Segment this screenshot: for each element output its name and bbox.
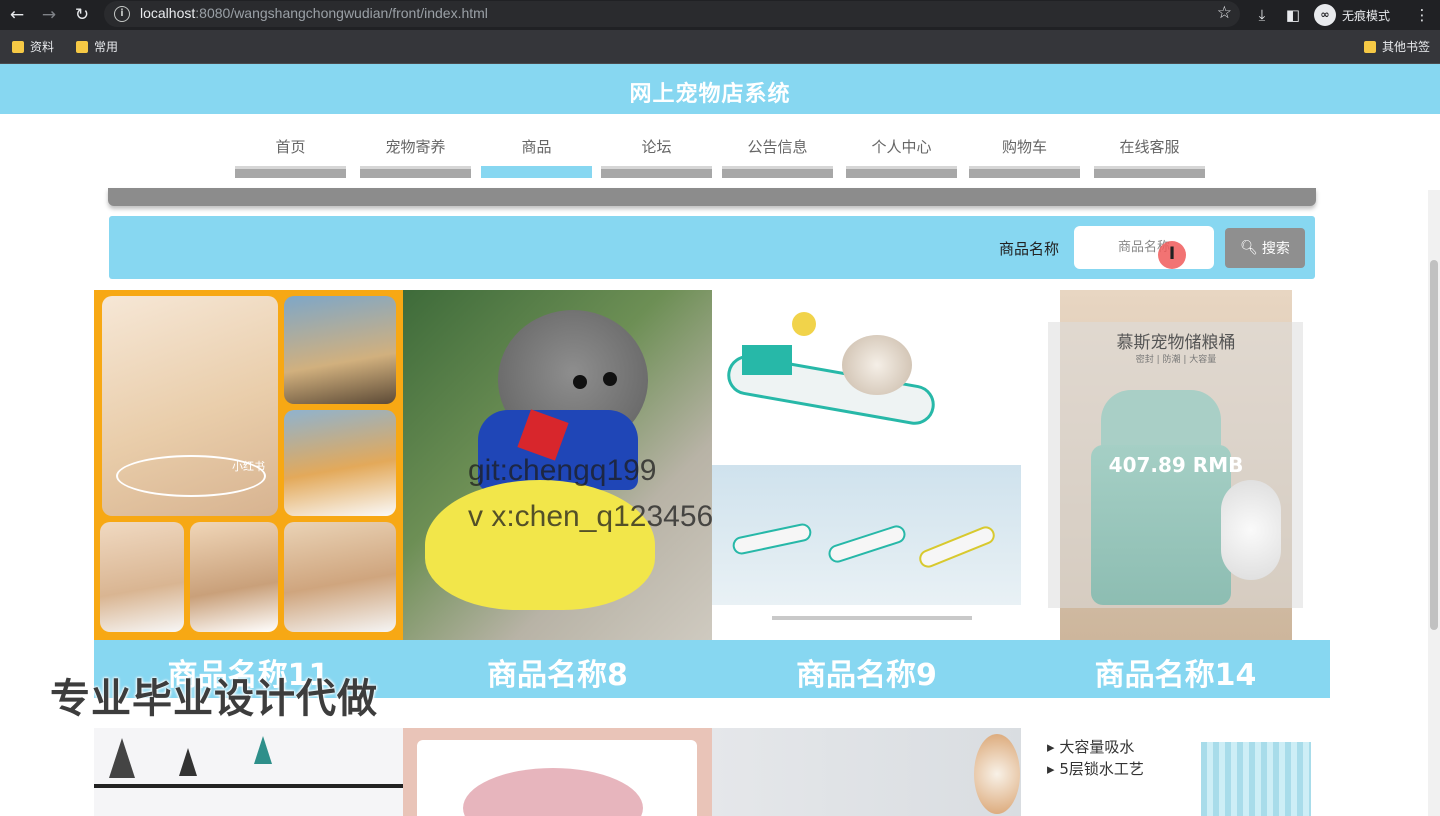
- product-card[interactable]: 商品名称9: [712, 290, 1021, 698]
- bookmark-folder-ziliao[interactable]: 资料: [12, 38, 54, 55]
- promo-watermark: 专业毕业设计代做: [50, 676, 378, 722]
- menu-kebab-icon[interactable]: ⋮: [1411, 4, 1433, 26]
- search-icon: 🔍︎: [1240, 240, 1258, 256]
- nav-underline: [481, 166, 592, 178]
- folder-icon: [1364, 40, 1376, 53]
- nav-underline: [722, 166, 833, 178]
- product-image[interactable]: [712, 290, 1021, 640]
- product-card[interactable]: [403, 728, 712, 816]
- bookmark-star-icon[interactable]: ☆: [1217, 3, 1232, 23]
- scrollbar-thumb[interactable]: [1430, 260, 1438, 630]
- bookmarks-bar: 资料 常用 其他书签: [0, 30, 1440, 64]
- nav-label: 在线客服: [1119, 138, 1180, 156]
- bookmark-folder-changyong[interactable]: 常用: [76, 38, 118, 55]
- search-input[interactable]: [1074, 226, 1214, 269]
- nav-item-online-service[interactable]: 在线客服: [1094, 128, 1205, 178]
- product-card[interactable]: [94, 728, 403, 816]
- browser-toolbar: ← → ↻ i localhost:8080/wangshangchongwud…: [0, 0, 1440, 30]
- bin-price: 407.89 RMB: [1108, 453, 1244, 477]
- collage-tag: 小红书: [232, 460, 265, 473]
- search-label: 商品名称: [999, 240, 1060, 258]
- download-icon[interactable]: ⤓: [1251, 4, 1273, 26]
- contact-line: git:chengq199: [468, 454, 657, 487]
- site-info-icon[interactable]: i: [114, 6, 130, 22]
- nav-item-announcements[interactable]: 公告信息: [722, 128, 833, 178]
- bin-caption: 慕斯宠物储粮桶: [1116, 333, 1236, 353]
- nav-underline: [969, 166, 1080, 178]
- product-card[interactable]: 慕斯宠物储粮桶 密封 | 防潮 | 大容量 407.89 RMB 商品名称14: [1021, 290, 1330, 698]
- nav-underline: [1094, 166, 1205, 178]
- product-name-bar[interactable]: 商品名称8: [403, 640, 712, 698]
- other-bookmarks[interactable]: 其他书签: [1364, 38, 1430, 55]
- nav-item-home[interactable]: 首页: [235, 128, 346, 178]
- folder-icon: [12, 40, 24, 53]
- product-card[interactable]: 小红书 商品名称11: [94, 290, 403, 698]
- nav-item-products[interactable]: 商品: [481, 128, 592, 178]
- nav-underline: [601, 166, 712, 178]
- bookmark-label: 其他书签: [1382, 40, 1431, 54]
- contact-watermark: git:chengq199 v x:chen_q123456: [468, 448, 713, 540]
- product-card[interactable]: ▸ 大容量吸水 ▸ 5层锁水工艺: [1021, 728, 1330, 816]
- search-bar: 商品名称 🔍︎ 搜索: [109, 216, 1315, 279]
- pad-feature-2: 5层锁水工艺: [1059, 760, 1144, 778]
- nav-item-personal-center[interactable]: 个人中心: [846, 128, 957, 178]
- side-panel-icon[interactable]: ◧: [1282, 4, 1304, 26]
- nav-label: 购物车: [1001, 138, 1047, 156]
- banner-strip: [108, 188, 1316, 206]
- bin-tags: 密封 | 防潮 | 大容量: [1135, 355, 1217, 365]
- nav-item-pet-boarding[interactable]: 宠物寄养: [360, 128, 471, 178]
- reload-icon[interactable]: ↻: [71, 4, 93, 26]
- pad-feature-1: 大容量吸水: [1059, 738, 1135, 756]
- nav-item-forum[interactable]: 论坛: [601, 128, 712, 178]
- search-button[interactable]: 🔍︎ 搜索: [1225, 228, 1305, 268]
- incognito-label: 无痕模式: [1342, 8, 1391, 23]
- nav-label: 论坛: [641, 138, 672, 156]
- url-path: :8080/wangshangchongwudian/front/index.h…: [195, 5, 488, 21]
- product-image[interactable]: 慕斯宠物储粮桶 密封 | 防潮 | 大容量 407.89 RMB: [1021, 290, 1330, 640]
- product-name[interactable]: 商品名称8: [403, 650, 712, 694]
- product-image[interactable]: 小红书: [94, 290, 403, 640]
- bookmark-label: 资料: [30, 40, 55, 54]
- search-button-label: 搜索: [1261, 241, 1290, 257]
- url-host: localhost: [140, 5, 196, 21]
- nav-underline: [360, 166, 471, 178]
- contact-line: v x:chen_q123456: [468, 500, 714, 533]
- back-arrow-icon[interactable]: ←: [6, 4, 28, 26]
- product-name-bar[interactable]: 商品名称14: [1021, 640, 1330, 698]
- bookmark-label: 常用: [94, 40, 119, 54]
- address-bar[interactable]: i localhost:8080/wangshangchongwudian/fr…: [104, 1, 1240, 27]
- text-cursor-icon: [1158, 241, 1186, 269]
- page-scrollbar[interactable]: [1428, 190, 1440, 816]
- forward-arrow-icon[interactable]: →: [38, 4, 60, 26]
- product-name[interactable]: 商品名称9: [712, 650, 1021, 694]
- product-name-bar[interactable]: 商品名称9: [712, 640, 1021, 698]
- incognito-icon: ∞: [1314, 4, 1336, 26]
- site-header: 网上宠物店系统: [0, 64, 1440, 114]
- nav-underline: [846, 166, 957, 178]
- product-name[interactable]: 商品名称14: [1021, 650, 1330, 694]
- nav-label: 公告信息: [747, 138, 808, 156]
- url-text[interactable]: localhost:8080/wangshangchongwudian/fron…: [140, 5, 488, 21]
- site-title: 网上宠物店系统: [629, 82, 791, 107]
- nav-label: 宠物寄养: [385, 138, 446, 156]
- nav-underline: [235, 166, 346, 178]
- product-card[interactable]: [712, 728, 1021, 816]
- nav-label: 个人中心: [871, 138, 932, 156]
- folder-icon: [76, 40, 88, 53]
- incognito-indicator[interactable]: ∞ 无痕模式: [1314, 3, 1390, 27]
- nav-item-cart[interactable]: 购物车: [969, 128, 1080, 178]
- nav-label: 商品: [521, 138, 552, 156]
- nav-label: 首页: [275, 138, 306, 156]
